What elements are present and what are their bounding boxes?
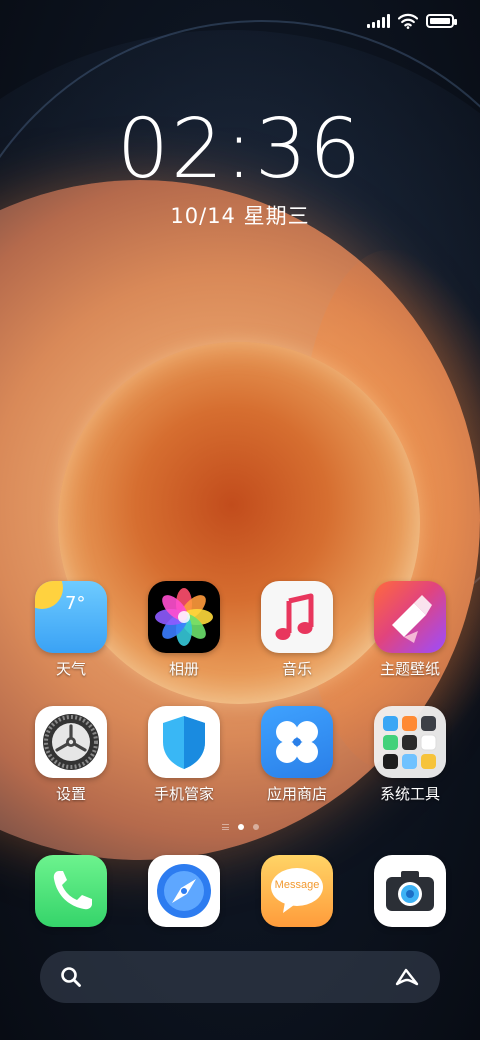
theme-icon	[374, 581, 446, 653]
clock-date[interactable]: 10/14 星期三	[0, 200, 480, 230]
app-store[interactable]: 应用商店	[242, 706, 352, 804]
security-icon	[148, 706, 220, 778]
dock-message[interactable]: Message	[242, 855, 352, 927]
app-label: 应用商店	[266, 785, 327, 803]
message-icon: Message	[261, 855, 333, 927]
app-store-icon	[261, 706, 333, 778]
photos-icon	[148, 581, 220, 653]
weather-temperature: 7°	[65, 593, 86, 614]
app-weather[interactable]: 7° 天气	[16, 581, 126, 679]
app-photos[interactable]: 相册	[129, 581, 239, 679]
app-label: 设置	[55, 785, 86, 803]
folder-icon	[374, 706, 446, 778]
search-bar[interactable]	[40, 951, 440, 1003]
settings-icon	[35, 706, 107, 778]
clock-time[interactable]: 02:36	[0, 105, 480, 195]
page-indicator[interactable]	[0, 824, 480, 830]
message-icon-text: Message	[274, 879, 320, 891]
app-folder-tools[interactable]: 系统工具	[355, 706, 465, 804]
page-dot-active	[237, 824, 244, 830]
signal-icon	[367, 14, 390, 28]
app-security[interactable]: 手机管家	[129, 706, 239, 804]
weather-icon: 7°	[35, 581, 107, 653]
dock-camera[interactable]	[355, 855, 465, 927]
phone-icon	[35, 855, 107, 927]
search-icon[interactable]	[60, 966, 82, 988]
camera-icon	[374, 855, 446, 927]
assistant-icon[interactable]	[394, 966, 420, 988]
music-icon	[261, 581, 333, 653]
browser-icon	[148, 855, 220, 927]
dock-browser[interactable]	[129, 855, 239, 927]
wallpaper-glow	[300, 250, 480, 770]
app-themes[interactable]: 主题壁纸	[355, 581, 465, 679]
app-label: 系统工具	[379, 785, 440, 803]
battery-icon	[426, 14, 457, 28]
app-label: 主题壁纸	[379, 660, 440, 678]
wifi-icon	[398, 13, 418, 29]
app-label: 天气	[55, 660, 86, 678]
app-label: 手机管家	[153, 785, 214, 803]
app-music[interactable]: 音乐	[242, 581, 352, 679]
page-indicator-menu	[221, 824, 229, 830]
page-dot	[252, 824, 259, 830]
home-screen: 02:36 10/14 星期三 7° 天气 相册 音乐 主题壁纸 设置 手机管家…	[0, 0, 480, 1040]
dock-phone[interactable]	[16, 855, 126, 927]
app-label: 音乐	[281, 660, 312, 678]
app-label: 相册	[168, 660, 199, 678]
status-bar	[367, 10, 457, 32]
app-settings[interactable]: 设置	[16, 706, 126, 804]
